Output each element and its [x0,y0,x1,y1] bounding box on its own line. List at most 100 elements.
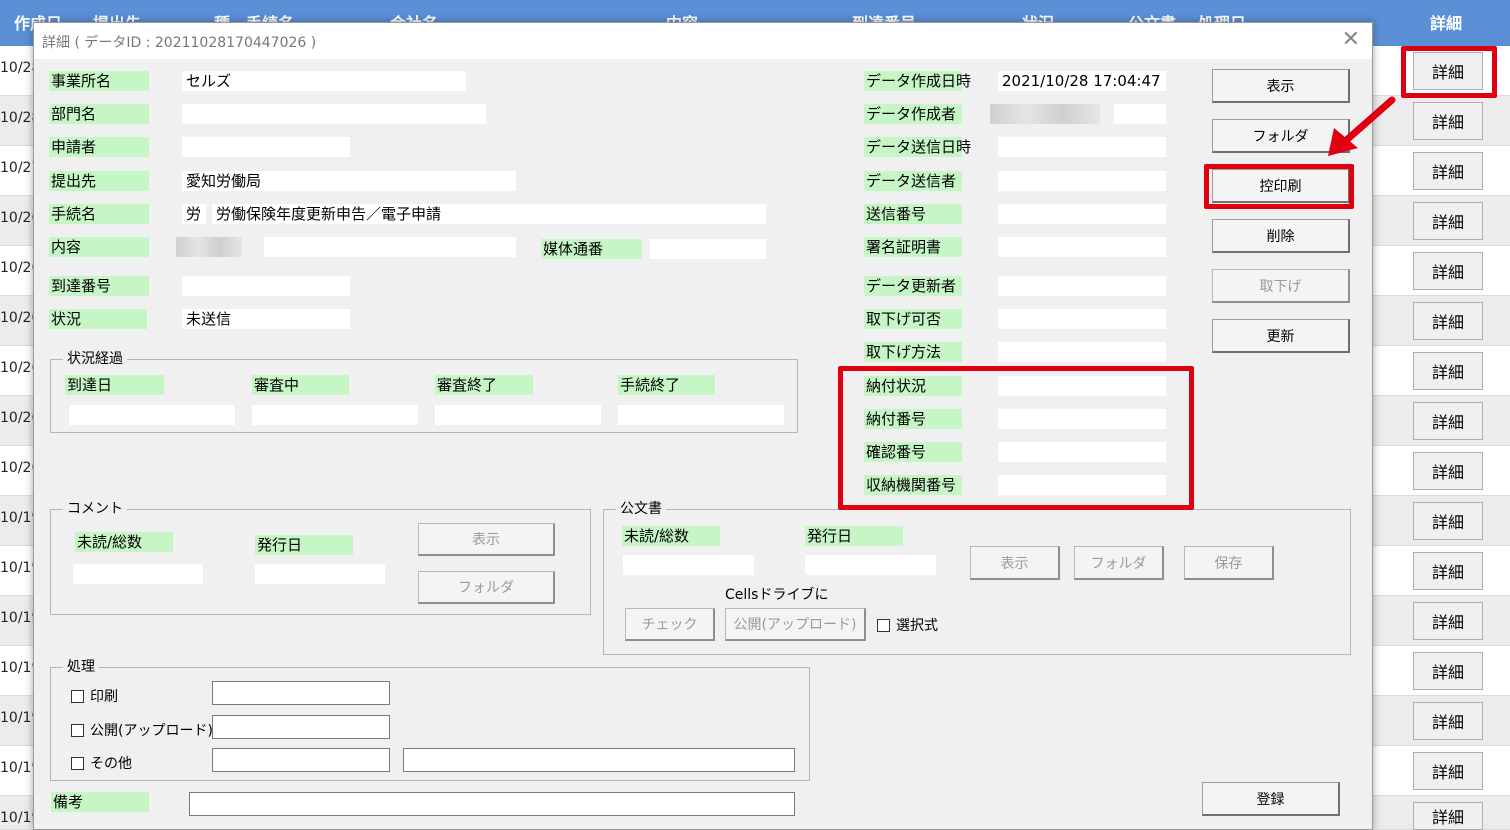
comment-group: コメント 未読/総数 発行日 表示 フォルダ [50,500,591,615]
highlight-print-copy-button [1204,164,1354,209]
process-title: 処理 [63,658,99,676]
field-comment-unread[interactable] [73,564,203,584]
status-progress-group: 状況経過 到達日 審査中 審査終了 手続終了 [50,350,798,433]
detail-button[interactable]: 詳細 [1413,752,1483,790]
field-official-issue-date[interactable] [805,555,936,575]
detail-button[interactable]: 詳細 [1413,702,1483,740]
other-checkbox[interactable]: その他 [71,753,132,773]
label-withdrawable: 取下げ可否 [864,309,962,329]
detail-button[interactable]: 詳細 [1413,202,1483,240]
field-official-unread[interactable] [623,555,754,575]
field-sent-by[interactable] [998,171,1166,191]
detail-button[interactable]: 詳細 [1413,652,1483,690]
field-media-serial[interactable] [650,239,766,259]
selection-label: 選択式 [896,618,938,634]
field-status[interactable]: 未送信 [182,309,350,329]
highlight-payment-fields [838,366,1194,510]
label-office: 事業所名 [49,71,149,91]
field-procedure-done[interactable] [618,405,784,425]
label-procedure: 手続名 [49,204,149,224]
checkbox-icon[interactable] [71,689,84,703]
label-under-review: 審査中 [252,375,349,395]
dialog-titlebar: 詳細 ( データID : 20211028170447026 ) ✕ [34,23,1372,59]
publish-label: 公開(アップロード) [90,723,213,739]
checkbox-icon[interactable] [71,756,84,770]
label-created-by: データ作成者 [864,104,962,124]
field-under-review[interactable] [252,405,418,425]
field-created-at[interactable]: 2021/10/28 17:04:47 [998,71,1166,91]
checkbox-icon[interactable] [71,723,84,737]
register-button[interactable]: 登録 [1202,782,1340,816]
official-save-button[interactable]: 保存 [1184,546,1274,580]
label-comment-issue-date: 発行日 [255,535,353,555]
other-detail-input[interactable] [403,748,795,772]
detail-button[interactable]: 詳細 [1413,102,1483,140]
field-arrival-date[interactable] [69,405,235,425]
status-progress-title: 状況経過 [63,350,127,368]
detail-button[interactable]: 詳細 [1413,802,1483,830]
field-destination[interactable]: 愛知労働局 [182,171,516,191]
field-updated-by[interactable] [998,276,1166,296]
publish-input[interactable] [212,715,390,739]
detail-button[interactable]: 詳細 [1413,602,1483,640]
official-show-button[interactable]: 表示 [970,546,1060,580]
redacted-creator [990,104,1100,124]
label-destination: 提出先 [49,171,149,191]
field-content[interactable] [264,237,516,257]
detail-button[interactable]: 詳細 [1413,452,1483,490]
remarks-input[interactable] [189,792,795,816]
header-col-detail: 詳細 [1430,14,1463,33]
update-button[interactable]: 更新 [1212,319,1350,353]
label-arrival-date: 到達日 [65,375,164,395]
field-procedure-type[interactable]: 労 [182,204,206,224]
label-arrival-number: 到達番号 [49,276,149,296]
comment-show-button[interactable]: 表示 [418,523,555,556]
checkbox-icon[interactable] [877,618,890,632]
field-signature-cert[interactable] [998,237,1166,257]
label-signature-cert: 署名証明書 [864,237,962,257]
field-arrival-number[interactable] [182,276,350,296]
close-icon[interactable]: ✕ [1342,29,1360,51]
comment-title: コメント [63,500,127,518]
detail-button[interactable]: 詳細 [1413,352,1483,390]
other-input[interactable] [212,748,390,772]
label-remarks: 備考 [51,792,149,812]
detail-button[interactable]: 詳細 [1413,502,1483,540]
label-created-at: データ作成日時 [864,71,972,91]
field-applicant[interactable] [182,137,350,157]
label-media-serial: 媒体通番 [541,239,642,259]
publish-button[interactable]: 公開(アップロード) [725,608,866,641]
label-procedure-done: 手続終了 [618,375,715,395]
field-review-done[interactable] [435,405,601,425]
field-created-by[interactable] [1114,104,1166,124]
field-procedure[interactable]: 労働保険年度更新申告／電子申請 [212,204,766,224]
detail-button[interactable]: 詳細 [1413,552,1483,590]
field-withdraw-method[interactable] [998,342,1166,362]
selection-checkbox[interactable]: 選択式 [877,615,938,635]
comment-folder-button[interactable]: フォルダ [418,571,555,604]
label-send-number: 送信番号 [864,204,962,224]
label-content: 内容 [49,237,149,257]
field-sent-at[interactable] [998,137,1166,157]
print-checkbox[interactable]: 印刷 [71,686,118,706]
field-office[interactable]: セルズ [182,71,466,91]
field-comment-issue-date[interactable] [255,564,385,584]
detail-button[interactable]: 詳細 [1413,252,1483,290]
redacted-content-code [176,237,242,257]
highlight-detail-button [1401,46,1497,98]
official-folder-button[interactable]: フォルダ [1074,546,1164,580]
detail-button[interactable]: 詳細 [1413,152,1483,190]
print-input[interactable] [212,681,390,705]
delete-button[interactable]: 削除 [1212,219,1350,253]
dialog-title: 詳細 ( データID : 20211028170447026 ) [42,35,317,51]
detail-button[interactable]: 詳細 [1413,302,1483,340]
detail-button[interactable]: 詳細 [1413,402,1483,440]
field-send-number[interactable] [998,204,1166,224]
field-department[interactable] [182,104,486,124]
field-withdrawable[interactable] [998,309,1166,329]
withdraw-button[interactable]: 取下げ [1212,269,1350,303]
check-button[interactable]: チェック [625,608,715,641]
publish-checkbox[interactable]: 公開(アップロード) [71,720,213,740]
official-document-title: 公文書 [616,500,666,518]
label-official-unread: 未読/総数 [622,526,720,546]
